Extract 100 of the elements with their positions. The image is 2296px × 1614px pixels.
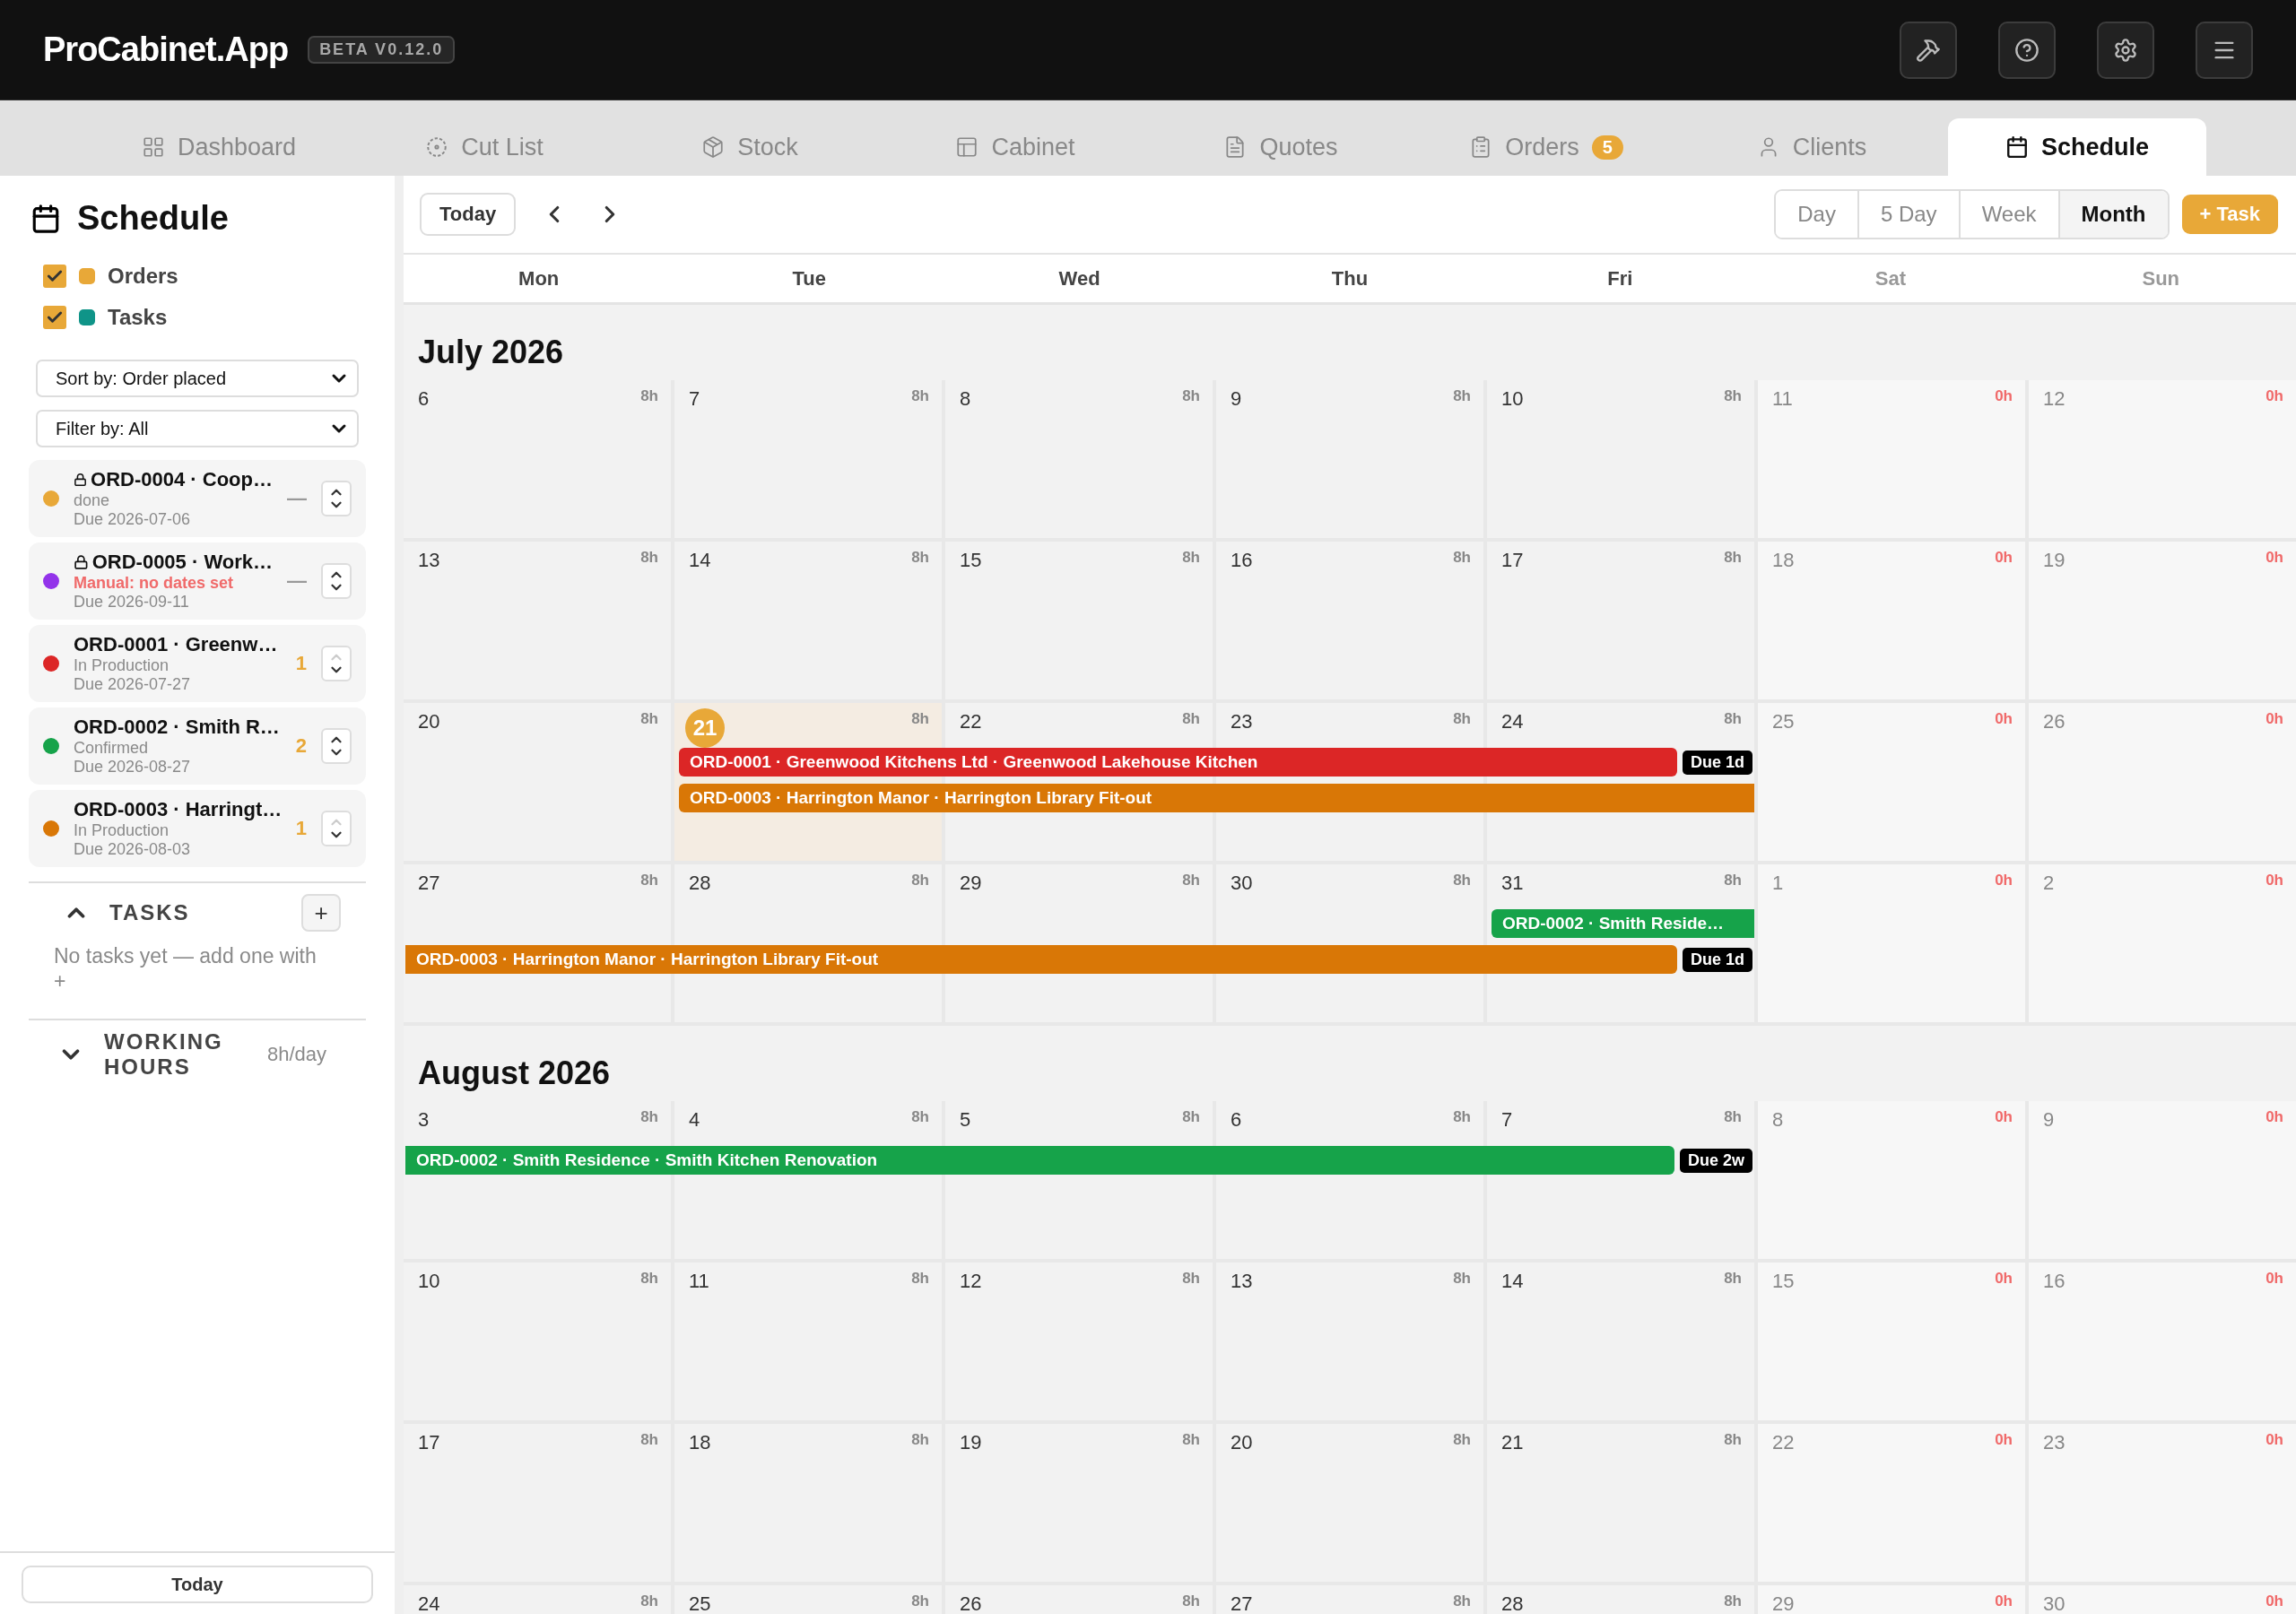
day-number: 24 [418, 1592, 440, 1614]
day-number: 19 [960, 1431, 982, 1454]
day-number: 28 [1501, 1592, 1524, 1614]
day-hours: 8h [1453, 710, 1471, 728]
day-hours: 8h [911, 1431, 929, 1449]
day-number: 13 [1231, 1270, 1253, 1293]
day-hours: 0h [1995, 549, 2013, 567]
layer-checkbox[interactable] [43, 306, 66, 329]
day-number: 16 [1231, 549, 1253, 572]
add-task-button[interactable]: + [301, 894, 341, 932]
weekday-header: Fri [1606, 265, 1634, 291]
nav-tab[interactable]: Clients [1683, 118, 1941, 176]
sort-select[interactable]: Sort by: Order placed [36, 360, 359, 397]
day-hours: 8h [1453, 549, 1471, 567]
menu-button[interactable] [2196, 21, 2253, 79]
order-card[interactable]: ORD-0001 · Greenw… In Production Due 2026-07-27 1 [29, 625, 366, 702]
order-status: In Production [74, 821, 170, 840]
day-hours: 8h [1182, 387, 1200, 405]
nav-tab[interactable]: Schedule [1948, 118, 2206, 176]
sidebar-title: Schedule [77, 199, 229, 238]
nav-tab[interactable]: Stock [621, 118, 879, 176]
help-icon [2014, 37, 2039, 63]
day-number: 12 [2043, 387, 2066, 411]
day-number: 20 [1231, 1431, 1253, 1454]
section-heading: TASKS [109, 900, 191, 925]
day-hours: 8h [1453, 1108, 1471, 1126]
day-number: 5 [960, 1108, 971, 1132]
layer-label: Tasks [108, 305, 168, 330]
day-number: 4 [689, 1108, 700, 1132]
today-button[interactable]: Today [420, 193, 517, 236]
day-number: 30 [2043, 1592, 2066, 1614]
event-bar[interactable]: ORD-0002 · Smith Reside… [1492, 909, 1754, 938]
day-number: 7 [1501, 1108, 1513, 1132]
day-hours: 8h [1724, 549, 1742, 567]
day-hours: 8h [1453, 387, 1471, 405]
day-number: 22 [960, 710, 982, 733]
add-task-button[interactable]: + Task [2181, 195, 2278, 234]
layer-checkbox[interactable] [43, 265, 66, 288]
order-due-date: Due 2026-08-03 [74, 840, 192, 859]
order-card[interactable]: ORD-0004 · Coop… done Due 2026-07-06 — [29, 460, 366, 537]
day-hours: 0h [2266, 1108, 2283, 1126]
day-hours: 8h [911, 1592, 929, 1610]
event-bar[interactable]: ORD-0002 · Smith Residence · Smith Kitchen Renovation [405, 1146, 1674, 1175]
day-hours: 8h [1182, 1431, 1200, 1449]
priority-number: — [287, 487, 307, 510]
day-hours: 8h [1724, 1431, 1742, 1449]
event-bar[interactable]: ORD-0003 · Harrington Manor · Harrington Library Fit-out [679, 784, 1754, 812]
day-number: 29 [1772, 1592, 1795, 1614]
order-status: Confirmed [74, 739, 150, 758]
order-card[interactable]: ORD-0003 · Harringt… In Production Due 2026-08-03 1 [29, 790, 366, 867]
nav-tab[interactable]: Dashboard [90, 118, 348, 176]
grid-icon [141, 135, 165, 159]
day-hours: 8h [640, 1592, 658, 1610]
order-stepper[interactable] [321, 728, 352, 764]
order-card[interactable]: ORD-0005 · Work… Manual: no dates set Due 2026-09-11 — [29, 542, 366, 620]
day-number: 24 [1501, 710, 1524, 733]
order-due-date: Due 2026-09-11 [74, 593, 190, 612]
day-hours: 8h [911, 1108, 929, 1126]
event-bar[interactable]: ORD-0001 · Greenwood Kitchens Ltd · Greenwood Lakehouse Kitchen [679, 748, 1677, 777]
day-hours: 8h [1182, 872, 1200, 889]
weekday-header: Sat [1874, 265, 1907, 291]
help-button[interactable] [1998, 21, 2056, 79]
day-hours: 0h [2266, 387, 2283, 405]
day-number: 14 [689, 549, 711, 572]
nav-tab[interactable]: Quotes [1152, 118, 1410, 176]
nav-tab[interactable]: Cut List [355, 118, 613, 176]
day-number: 6 [418, 387, 430, 411]
event-bar[interactable]: ORD-0003 · Harrington Manor · Harrington Library Fit-out [405, 945, 1677, 974]
weekday-header: Tue [791, 265, 827, 291]
day-number: 30 [1231, 872, 1253, 895]
order-title: ORD-0001 · Greenw… [74, 633, 279, 656]
weekday-header: Wed [1057, 265, 1101, 291]
order-stepper[interactable] [321, 481, 352, 516]
nav-tab[interactable]: Cabinet [886, 118, 1144, 176]
settings-button[interactable] [2097, 21, 2154, 79]
day-number: 25 [1772, 710, 1795, 733]
view-toggle[interactable]: Month [2057, 191, 2168, 238]
priority-number: 2 [295, 734, 307, 758]
day-hours: 8h [1182, 1270, 1200, 1288]
day-hours: 0h [2266, 1270, 2283, 1288]
today-button[interactable]: Today [22, 1566, 373, 1603]
day-hours: 8h [1453, 1431, 1471, 1449]
day-hours: 0h [1995, 387, 2013, 405]
order-card[interactable]: ORD-0002 · Smith R… Confirmed Due 2026-08-27 2 [29, 707, 366, 785]
day-hours: 0h [1995, 872, 2013, 889]
hammer-button[interactable] [1900, 21, 1957, 79]
day-number: 10 [1501, 387, 1524, 411]
day-hours: 8h [640, 1108, 658, 1126]
weekday-header: Mon [517, 265, 561, 291]
day-hours: 8h [1182, 1592, 1200, 1610]
day-number: 15 [960, 549, 982, 572]
count-badge: 5 [1591, 134, 1623, 160]
day-number: 1 [1772, 872, 1784, 895]
day-number: 25 [689, 1592, 711, 1614]
filter-select[interactable]: Filter by: All [36, 410, 359, 447]
nav-tab[interactable]: Orders 5 [1417, 118, 1675, 176]
order-stepper[interactable] [321, 563, 352, 599]
day-hours: 0h [2266, 549, 2283, 567]
day-hours: 8h [1453, 1592, 1471, 1610]
calendar-icon [30, 203, 61, 234]
